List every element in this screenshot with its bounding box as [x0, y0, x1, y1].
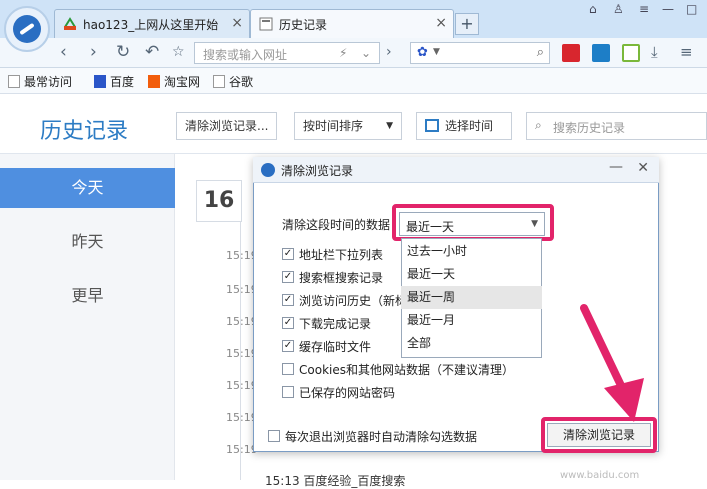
tab-history[interactable]: 历史记录 ×: [250, 9, 454, 38]
checkbox-label: Cookies和其他网站数据（不建议清理）: [299, 363, 514, 377]
option-past-hour[interactable]: 过去一小时: [401, 240, 542, 263]
sidebar-item-today[interactable]: 今天: [0, 168, 175, 208]
dialog-titlebar: 清除浏览记录 — ✕: [253, 157, 659, 183]
checkbox-cache[interactable]: ✓: [282, 340, 294, 352]
sort-label: 按时间排序: [303, 119, 364, 133]
checkbox-label: 缓存临时文件: [299, 340, 372, 354]
search-placeholder: 搜索历史记录: [553, 121, 626, 135]
close-icon[interactable]: ✕: [637, 160, 649, 176]
checkbox-label: 下载完成记录: [299, 317, 372, 331]
go-icon[interactable]: ›: [386, 42, 392, 62]
checkbox-browsing-history[interactable]: ✓: [282, 294, 294, 306]
minimize-icon[interactable]: —: [662, 2, 674, 16]
checkbox-saved-passwords[interactable]: [282, 386, 294, 398]
shirt-icon[interactable]: ♙: [613, 2, 624, 16]
minimize-icon[interactable]: —: [609, 159, 623, 175]
lightning-icon[interactable]: ⚡: [339, 46, 347, 60]
menu-icon[interactable]: ≡: [680, 42, 693, 62]
forward-icon[interactable]: ›: [90, 42, 97, 62]
page-title: 历史记录: [40, 119, 129, 144]
checkbox-search-records[interactable]: ✓: [282, 271, 294, 283]
search-icon[interactable]: ⌕: [537, 45, 544, 60]
baidu-paw-icon[interactable]: ✿: [417, 45, 428, 60]
refresh-icon[interactable]: ↻: [116, 42, 130, 62]
chevron-down-icon[interactable]: ⌄: [361, 46, 371, 60]
sidebar-item-earlier[interactable]: 更早: [0, 276, 175, 316]
bookmark-label: 百度: [110, 75, 135, 89]
checkbox-label: 每次退出浏览器时自动清除勾选数据: [285, 430, 478, 444]
page-icon: [8, 75, 20, 88]
search-box[interactable]: ✿ ▼ ⌕: [410, 42, 550, 64]
red-extension-icon[interactable]: [562, 44, 580, 62]
sidebar-item-yesterday[interactable]: 昨天: [0, 222, 175, 262]
download-icon[interactable]: ⤓: [651, 42, 658, 62]
address-bar[interactable]: 搜索或输入网址 ⚡ ⌄: [194, 42, 380, 64]
maximize-icon[interactable]: □: [686, 2, 697, 16]
time-range-select[interactable]: 最近一天 ▼: [399, 212, 545, 236]
bookmark-google[interactable]: 谷歌: [213, 73, 253, 90]
close-icon[interactable]: ×: [435, 15, 447, 31]
tab-label: 历史记录: [279, 18, 328, 32]
checkbox-label: 已保存的网站密码: [299, 386, 396, 400]
home-icon[interactable]: ⌂: [589, 2, 597, 16]
checkbox-label: 搜索框搜索记录: [299, 271, 384, 285]
history-search-input[interactable]: ⌕ 搜索历史记录: [526, 112, 707, 140]
pick-time-label: 选择时间: [445, 119, 494, 133]
history-page-icon: [259, 17, 273, 31]
calendar-icon: [425, 119, 439, 132]
sort-dropdown[interactable]: 按时间排序 ▼: [294, 112, 402, 140]
option-last-month[interactable]: 最近一月: [401, 309, 542, 332]
checkbox-auto-clear[interactable]: [268, 430, 280, 442]
option-last-week[interactable]: 最近一周: [401, 286, 542, 309]
watermark: www.baidu.com: [560, 470, 640, 481]
bookmark-label: 最常访问: [24, 75, 73, 89]
chevron-down-icon: ▼: [531, 219, 538, 229]
bookmark-label: 淘宝网: [164, 75, 201, 89]
bookmark-most-visited[interactable]: 最常访问: [8, 73, 72, 90]
taobao-icon: [148, 75, 160, 88]
tab-hao123[interactable]: hao123_上网从这里开始 ×: [54, 9, 250, 38]
search-icon: ⌕: [535, 118, 542, 132]
bookmark-taobao[interactable]: 淘宝网: [148, 73, 200, 90]
browser-logo-icon[interactable]: [4, 6, 50, 52]
crop-icon[interactable]: [622, 44, 640, 62]
history-row[interactable]: 15:13 百度经验_百度搜索: [265, 472, 405, 489]
address-placeholder: 搜索或输入网址: [203, 48, 288, 62]
pick-time-button[interactable]: 选择时间: [416, 112, 512, 140]
checkbox-cookies[interactable]: [282, 363, 294, 375]
close-icon[interactable]: ×: [231, 15, 243, 31]
dialog-title: 清除浏览记录: [281, 164, 354, 178]
bookmark-label: 谷歌: [229, 75, 254, 89]
time-range-value: 最近一天: [406, 220, 455, 234]
undo-icon[interactable]: ↶: [145, 42, 159, 62]
date-badge: 16: [196, 180, 242, 222]
checkbox-label: 地址栏下拉列表: [299, 248, 384, 262]
tab-label: hao123_上网从这里开始: [83, 18, 219, 32]
time-range-label: 清除这段时间的数据：: [282, 218, 403, 232]
checkbox-label: 浏览访问历史（新标: [299, 294, 401, 308]
browser-logo-icon: [261, 163, 275, 177]
chevron-down-icon: ▼: [386, 121, 393, 131]
speaker-icon[interactable]: [592, 44, 610, 62]
menu-icon[interactable]: ≡: [639, 2, 649, 16]
back-icon[interactable]: ‹: [60, 42, 67, 62]
bookmark-star-icon[interactable]: ☆: [172, 42, 185, 62]
hao123-icon: [64, 17, 76, 30]
chevron-down-icon[interactable]: ▼: [433, 47, 440, 57]
checkbox-address-bar[interactable]: ✓: [282, 248, 294, 260]
checkbox-downloads[interactable]: ✓: [282, 317, 294, 329]
baidu-paw-icon: [94, 75, 106, 88]
bookmark-baidu[interactable]: 百度: [94, 73, 134, 90]
option-all[interactable]: 全部: [401, 332, 542, 355]
page-icon: [213, 75, 225, 88]
clear-history-button[interactable]: 清除浏览记录...: [176, 112, 278, 140]
option-last-day[interactable]: 最近一天: [401, 263, 542, 286]
pointer-arrow-icon: [580, 304, 644, 422]
new-tab-button[interactable]: +: [455, 13, 479, 35]
